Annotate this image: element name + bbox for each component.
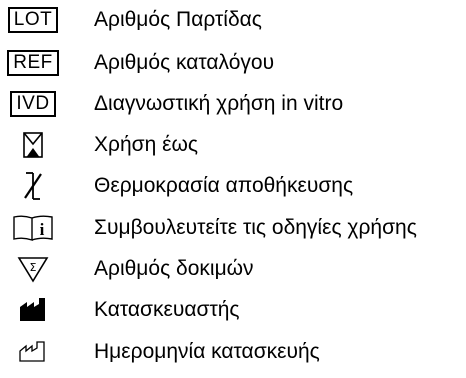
svg-text:i: i (40, 220, 45, 239)
legend-row-manufacturer: Κατασκευαστής (0, 290, 466, 330)
lot-label: Αριθμός Παρτίδας (94, 8, 262, 31)
storage-temperature-label: Θερμοκρασία αποθήκευσης (94, 174, 354, 197)
manufacture-date-icon (19, 341, 45, 362)
consult-instructions-label: Συμβουλευτείτε τις οδηγίες χρήσης (94, 216, 417, 239)
ref-label: Αριθμός καταλόγου (94, 51, 275, 74)
legend-row-use-by: Χρήση έως (0, 125, 466, 165)
legend-row-manufacture-date: Ημερομηνία κατασκευής (0, 332, 466, 372)
book-info-icon: i (13, 215, 53, 241)
use-by-label: Χρήση έως (94, 133, 198, 156)
sigma-triangle-icon: Σ (17, 257, 49, 283)
legend-row-ref: REF Αριθμός καταλόγου (0, 43, 466, 83)
number-of-tests-label: Αριθμός δοκιμών (94, 257, 254, 280)
ivd-label: Διαγνωστική χρήση in vitro (94, 92, 344, 115)
thermometer-icon (24, 172, 42, 200)
factory-icon (20, 298, 45, 321)
manufacturer-label: Κατασκευαστής (94, 298, 240, 321)
legend-row-ivd: IVD Διαγνωστική χρήση in vitro (0, 84, 466, 124)
manufacture-date-label: Ημερομηνία κατασκευής (94, 340, 320, 363)
svg-text:Σ: Σ (30, 261, 37, 274)
ref-symbol-text: REF (7, 50, 59, 76)
symbol-legend: LOT Αριθμός Παρτίδας REF Αριθμός καταλόγ… (0, 0, 466, 378)
legend-row-consult-instructions: i Συμβουλευτείτε τις οδηγίες χρήσης (0, 208, 466, 248)
ref-symbol: REF (0, 43, 66, 83)
lot-symbol-text: LOT (7, 7, 59, 33)
legend-row-lot: LOT Αριθμός Παρτίδας (0, 0, 466, 40)
ivd-symbol-text: IVD (10, 91, 56, 117)
lot-symbol: LOT (0, 0, 66, 40)
legend-row-number-of-tests: Σ Αριθμός δοκιμών (0, 249, 466, 289)
ivd-symbol: IVD (0, 84, 66, 124)
hourglass-icon (23, 132, 43, 158)
legend-row-storage-temperature: Θερμοκρασία αποθήκευσης (0, 166, 466, 206)
